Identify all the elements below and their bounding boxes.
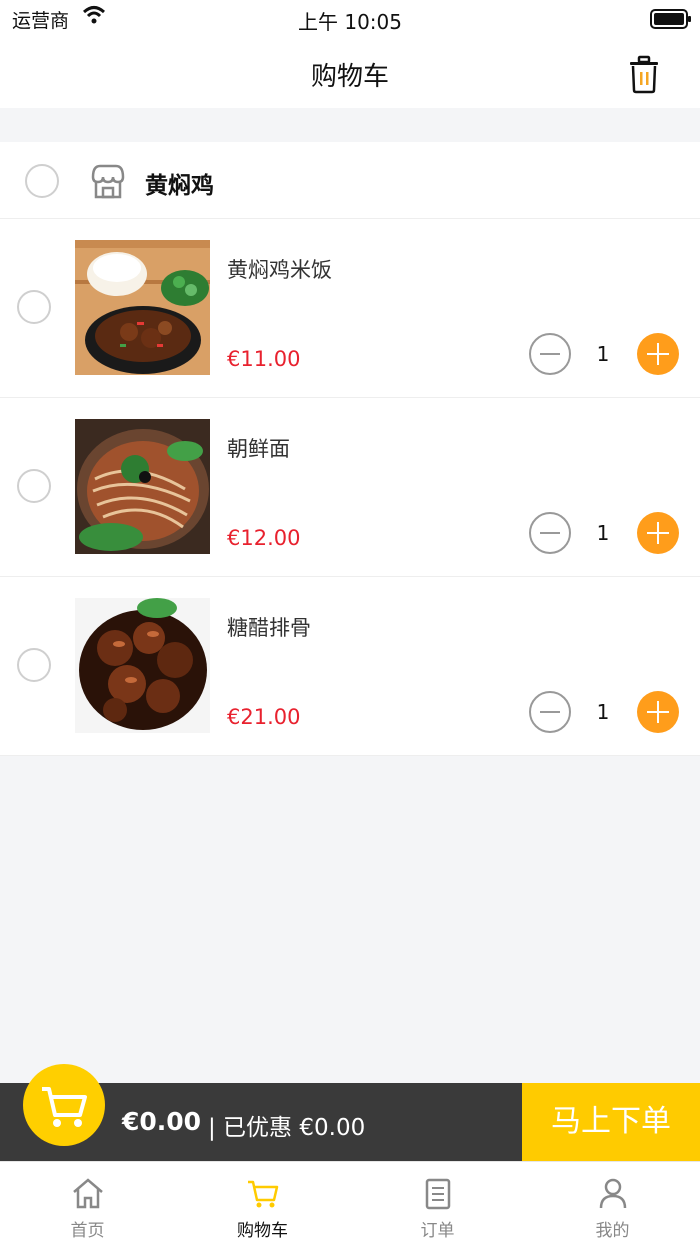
decrease-button[interactable] (529, 333, 571, 375)
item-quantity: 1 (596, 521, 610, 545)
nav-bar: 购物车 (0, 38, 700, 108)
decrease-button[interactable] (529, 691, 571, 733)
status-time: 上午 10:05 (298, 10, 402, 34)
item-select-radio[interactable] (17, 648, 51, 682)
increase-button[interactable] (637, 512, 679, 554)
cart-item: 糖醋排骨 €21.00 1 (0, 577, 700, 756)
tab-orders[interactable]: 订单 (350, 1162, 525, 1244)
order-list-icon (425, 1178, 451, 1210)
shop-name: 黄焖鸡 (145, 173, 214, 199)
shop-select-radio[interactable] (25, 164, 59, 198)
tab-bar: 首页 购物车 订单 我的 (0, 1161, 700, 1244)
user-icon (599, 1178, 627, 1209)
item-price: €21.00 (227, 705, 301, 729)
item-quantity: 1 (596, 342, 610, 366)
battery-icon (650, 9, 691, 29)
item-name: 糖醋排骨 (227, 616, 311, 640)
total-price: €0.00 (122, 1107, 202, 1136)
home-icon (73, 1178, 103, 1209)
increase-button[interactable] (637, 691, 679, 733)
checkout-bar: €0.00 | 已优惠 €0.00 马上下单 (0, 1083, 700, 1161)
store-icon (91, 164, 125, 199)
food-image[interactable] (75, 419, 210, 554)
increase-button[interactable] (637, 333, 679, 375)
tab-cart-label: 购物车 (237, 1221, 288, 1241)
item-price: €12.00 (227, 526, 301, 550)
cart-item: 朝鲜面 €12.00 1 (0, 398, 700, 577)
cart-item: 黄焖鸡米饭 €11.00 1 (0, 219, 700, 398)
item-name: 朝鲜面 (227, 437, 290, 461)
tab-home[interactable]: 首页 (0, 1162, 175, 1244)
page-title: 购物车 (310, 62, 389, 92)
item-price: €11.00 (227, 347, 301, 371)
item-select-radio[interactable] (17, 290, 51, 324)
trash-icon[interactable] (622, 52, 666, 96)
tab-profile[interactable]: 我的 (525, 1162, 700, 1244)
item-select-radio[interactable] (17, 469, 51, 503)
cart-icon (42, 1087, 87, 1127)
cart-button[interactable] (23, 1064, 105, 1146)
shop-header: 黄焖鸡 (0, 142, 700, 219)
place-order-button[interactable]: 马上下单 (522, 1083, 700, 1161)
decrease-button[interactable] (529, 512, 571, 554)
tab-orders-label: 订单 (420, 1221, 455, 1241)
item-name: 黄焖鸡米饭 (227, 258, 332, 282)
status-bar: 运营商 上午 10:05 (0, 0, 700, 38)
food-image[interactable] (75, 598, 210, 733)
food-image[interactable] (75, 240, 210, 375)
item-quantity: 1 (596, 700, 610, 724)
cart-icon (248, 1180, 279, 1208)
discount-text: | 已优惠 €0.00 (208, 1115, 366, 1141)
tab-profile-label: 我的 (595, 1221, 630, 1241)
tab-cart[interactable]: 购物车 (175, 1162, 350, 1244)
tab-home-label: 首页 (70, 1221, 105, 1241)
